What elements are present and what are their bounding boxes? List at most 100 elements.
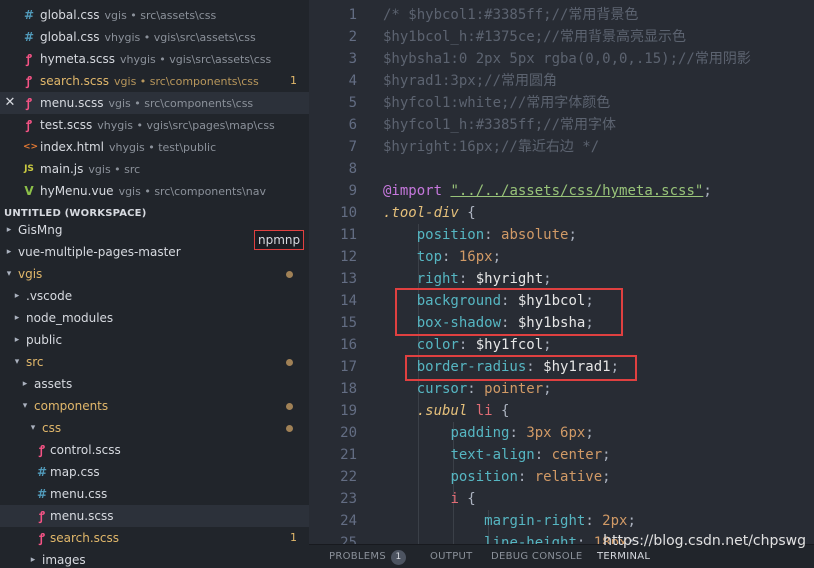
file-type-icon: ꝭ: [26, 52, 32, 66]
file-type-icon: ꝭ: [26, 96, 32, 110]
tree-item[interactable]: ▸ .vscode: [0, 285, 309, 307]
code-line: $hyfcol1_h:#3385ff;//常用字体: [383, 114, 616, 136]
tree-item[interactable]: ▸ images: [0, 549, 309, 568]
file-name: hymeta.scss: [40, 52, 116, 66]
code-token: /* $hybcol1:#3385ff;//常用背景色: [383, 7, 639, 23]
code-editor[interactable]: 1 /* $hybcol1:#3385ff;//常用背景色 2 $hy1bcol_h:…: [309, 0, 814, 568]
code-token: position: [416, 227, 485, 243]
chevron-right-icon[interactable]: ▸: [4, 241, 14, 263]
file-type-icon: ꝭ: [26, 74, 32, 88]
file-name: index.html: [40, 140, 104, 154]
code-token: ;: [543, 271, 552, 287]
code-line: padding: 3px 6px;: [383, 422, 593, 444]
tree-item[interactable]: # map.css: [0, 461, 309, 483]
highlight-box-background-shadow: [395, 288, 623, 336]
problem-count-badge: 1: [390, 550, 406, 565]
code-line: $hy1bcol_h:#1375ce;//常用背景高亮显示色: [383, 26, 686, 48]
chevron-right-icon[interactable]: ▸: [12, 307, 22, 329]
code-token: :: [517, 469, 535, 485]
chevron-down-icon[interactable]: ▾: [20, 395, 30, 417]
tree-item[interactable]: # menu.css: [0, 483, 309, 505]
line-number: 22: [340, 469, 357, 485]
problem-count-badge: 1: [290, 74, 297, 87]
tree-item-label: vue-multiple-pages-master: [18, 245, 181, 259]
code-token: :: [585, 513, 603, 529]
open-editor-item[interactable]: JS main.js vgis • src: [0, 158, 309, 180]
tree-item[interactable]: ▾ css: [0, 417, 309, 439]
chevron-right-icon[interactable]: ▸: [4, 219, 14, 241]
tree-item[interactable]: ꝭ search.scss 1: [0, 527, 309, 549]
code-token: {: [458, 491, 476, 507]
tree-item[interactable]: ꝭ control.scss: [0, 439, 309, 461]
code-token: right: [416, 271, 459, 287]
modified-dot-icon: [286, 359, 293, 366]
tree-item-label: menu.css: [50, 487, 108, 501]
line-number: 10: [340, 205, 357, 221]
chevron-right-icon[interactable]: ▸: [12, 285, 22, 307]
file-path: vgis • src: [88, 163, 141, 176]
open-editor-item[interactable]: ꝭ search.scss vgis • src\components\css 1: [0, 70, 309, 92]
open-editor-name: hyMenu.vue vgis • src\components\nav: [40, 180, 266, 202]
open-editor-item[interactable]: ꝭ test.scss vhygis • vgis\src\pages\map\cs…: [0, 114, 309, 136]
file-type-icon: #: [23, 8, 35, 22]
file-name: search.scss: [40, 74, 110, 88]
code-token: ;: [543, 381, 552, 397]
file-type-icon: #: [36, 465, 48, 479]
code-token: :: [458, 271, 476, 287]
code-line: $hyrad1:3px;//常用圆角: [383, 70, 557, 92]
close-icon[interactable]: ✕: [4, 92, 16, 114]
file-type-icon: ꝭ: [39, 509, 45, 523]
tree-item[interactable]: ▸ node_modules: [0, 307, 309, 329]
chevron-right-icon[interactable]: ▸: [12, 329, 22, 351]
line-number: 4: [348, 73, 357, 89]
panel-tab-problems[interactable]: PROBLEMS 1: [329, 545, 406, 568]
open-editor-item[interactable]: # global.css vhygis • vgis\src\assets\css: [0, 26, 309, 48]
chevron-down-icon[interactable]: ▾: [12, 351, 22, 373]
code-line: margin-right: 2px;: [383, 510, 636, 532]
line-number: 1: [348, 7, 357, 23]
chevron-down-icon[interactable]: ▾: [4, 263, 14, 285]
tree-item[interactable]: ꝭ menu.scss: [0, 505, 309, 527]
code-line: i {: [383, 488, 476, 510]
open-editor-item[interactable]: VhyMenu.vue vgis • src\components\nav: [0, 180, 309, 202]
code-token: 2px: [602, 513, 628, 529]
code-token: :: [458, 337, 476, 353]
code-token: absolute: [501, 227, 569, 243]
tree-item[interactable]: ▾ vgis: [0, 263, 309, 285]
panel-tab-output[interactable]: OUTPUT: [430, 545, 473, 568]
line-number: 8: [348, 161, 357, 177]
open-editor-item[interactable]: ꝭ hymeta.scss vhygis • vgis\src\assets\css: [0, 48, 309, 70]
file-type-icon: V: [24, 184, 34, 198]
code-line: top: 16px;: [383, 246, 501, 268]
code-token: $hyfcol1:white;//常用字体颜色: [383, 95, 611, 111]
open-editor-name: index.html vhygis • test\public: [40, 136, 216, 158]
file-path: vhygis • vgis\src\assets\css: [120, 53, 272, 66]
line-number: 13: [340, 271, 357, 287]
code-line: $hybsha1:0 2px 5px rgba(0,0,0,.15);//常用阴…: [383, 48, 751, 70]
tree-item-label: GisMng: [18, 223, 63, 237]
chevron-down-icon[interactable]: ▾: [28, 417, 38, 439]
tree-item[interactable]: ▸ public: [0, 329, 309, 351]
code-token: color: [416, 337, 459, 353]
code-token: pointer: [484, 381, 544, 397]
code-line: $hyfcol1:white;//常用字体颜色: [383, 92, 610, 114]
tree-item[interactable]: ▾ components: [0, 395, 309, 417]
tree-item[interactable]: ▾ src: [0, 351, 309, 373]
open-editor-item[interactable]: <> index.html vhygis • test\public: [0, 136, 309, 158]
chevron-right-icon[interactable]: ▸: [28, 549, 38, 568]
file-path: vgis • src\components\css: [114, 75, 259, 88]
panel-tab-debug-console[interactable]: DEBUG CONSOLE: [491, 545, 582, 568]
open-editor-item[interactable]: ✕ ꝭ menu.scss vgis • src\components\css: [0, 92, 309, 114]
open-editor-item[interactable]: # global.css vgis • src\assets\css: [0, 4, 309, 26]
chevron-right-icon[interactable]: ▸: [20, 373, 30, 395]
line-number: 9: [348, 183, 357, 199]
file-name: global.css: [40, 8, 100, 22]
tree-item[interactable]: ▸ assets: [0, 373, 309, 395]
code-token: :: [467, 381, 485, 397]
tree-item-label: public: [26, 333, 63, 347]
file-name: menu.scss: [40, 96, 104, 110]
file-name: test.scss: [40, 118, 93, 132]
